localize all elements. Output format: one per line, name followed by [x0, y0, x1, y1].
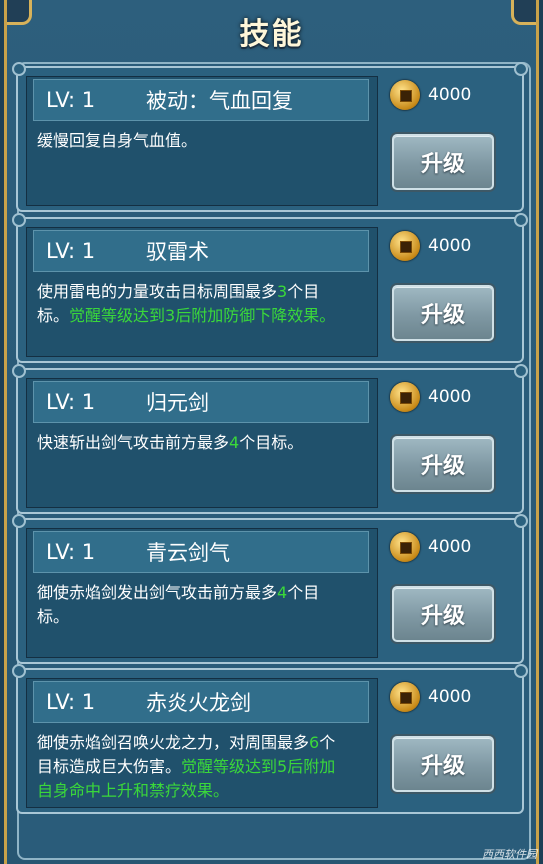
description-text: 快速斩出剑气攻击前方最多: [37, 433, 230, 452]
skill-name: 被动：气血回复: [146, 89, 293, 113]
copper-coin-icon: [390, 682, 420, 712]
title-bar: 技能: [7, 0, 536, 62]
description-text: 御使赤焰剑发出剑气攻击前方最多: [37, 583, 278, 602]
skill-info-box: LV: 1 被动：气血回复缓慢回复自身气血值。: [26, 76, 378, 206]
skill-description: 御使赤焰剑召唤火龙之力，对周围最多6个目标造成巨大伤害。觉醒等级达到5后附加自身…: [37, 731, 347, 803]
skill-info-box: LV: 1 驭雷术使用雷电的力量攻击目标周围最多3个目标。觉醒等级达到3后附加防御…: [26, 227, 378, 357]
skill-level: LV: 1: [46, 239, 96, 263]
description-highlight: 觉醒等级达到3后附加防御下降效果。: [69, 306, 336, 325]
skill-name: 赤炎火龙剑: [146, 691, 251, 715]
window-title: 技能: [239, 17, 304, 52]
upgrade-cost: 4000: [390, 380, 471, 414]
watermark: 西西软件园: [482, 848, 537, 861]
cost-amount: 4000: [428, 85, 472, 105]
skill-level: LV: 1: [46, 690, 96, 714]
upgrade-button[interactable]: 升级: [392, 285, 494, 341]
upgrade-button[interactable]: 升级: [392, 736, 494, 792]
description-highlight: 4: [229, 433, 240, 452]
upgrade-cost: 4000: [390, 78, 471, 112]
upgrade-cost: 4000: [390, 530, 471, 564]
skill-name: 驭雷术: [146, 240, 209, 264]
skill-header: LV: 1 驭雷术: [33, 230, 369, 272]
skill-info-box: LV: 1 青云剑气御使赤焰剑发出剑气攻击前方最多4个目标。: [26, 528, 378, 658]
skill-name: 青云剑气: [146, 541, 230, 565]
description-text: 使用雷电的力量攻击目标周围最多: [37, 282, 278, 301]
description-highlight: 4: [277, 583, 288, 602]
upgrade-button[interactable]: 升级: [392, 436, 494, 492]
cost-amount: 4000: [428, 387, 472, 407]
description-text: 缓慢回复自身气血值。: [37, 131, 198, 150]
cost-amount: 4000: [428, 236, 472, 256]
skill-description: 御使赤焰剑发出剑气攻击前方最多4个目标。: [37, 581, 347, 629]
copper-coin-icon: [390, 382, 420, 412]
skill-description: 缓慢回复自身气血值。: [37, 129, 347, 153]
upgrade-cost: 4000: [390, 680, 471, 714]
skill-header: LV: 1 被动：气血回复: [33, 79, 369, 121]
skill-card: LV: 1 驭雷术使用雷电的力量攻击目标周围最多3个目标。觉醒等级达到3后附加防御…: [12, 213, 528, 363]
upgrade-button[interactable]: 升级: [392, 134, 494, 190]
description-highlight: 6: [309, 733, 320, 752]
copper-coin-icon: [390, 532, 420, 562]
copper-coin-icon: [390, 231, 420, 261]
skill-info-box: LV: 1 归元剑快速斩出剑气攻击前方最多4个目标。: [26, 378, 378, 508]
cost-amount: 4000: [428, 687, 472, 707]
skill-level: LV: 1: [46, 390, 96, 414]
skill-card: LV: 1 归元剑快速斩出剑气攻击前方最多4个目标。 4000 升级: [12, 364, 528, 514]
description-highlight: 3: [277, 282, 288, 301]
skill-level: LV: 1: [46, 540, 96, 564]
description-text: 个目标。: [239, 433, 304, 452]
skill-header: LV: 1 赤炎火龙剑: [33, 681, 369, 723]
skill-description: 快速斩出剑气攻击前方最多4个目标。: [37, 431, 347, 455]
skill-description: 使用雷电的力量攻击目标周围最多3个目标。觉醒等级达到3后附加防御下降效果。: [37, 280, 347, 328]
upgrade-cost: 4000: [390, 229, 471, 263]
skill-header: LV: 1 青云剑气: [33, 531, 369, 573]
skill-card: LV: 1 青云剑气御使赤焰剑发出剑气攻击前方最多4个目标。 4000 升级: [12, 514, 528, 664]
skill-info-box: LV: 1 赤炎火龙剑御使赤焰剑召唤火龙之力，对周围最多6个目标造成巨大伤害。觉醒…: [26, 678, 378, 808]
upgrade-button[interactable]: 升级: [392, 586, 494, 642]
skill-card: LV: 1 被动：气血回复缓慢回复自身气血值。 4000 升级: [12, 62, 528, 212]
cost-amount: 4000: [428, 537, 472, 557]
skill-header: LV: 1 归元剑: [33, 381, 369, 423]
copper-coin-icon: [390, 80, 420, 110]
skill-card: LV: 1 赤炎火龙剑御使赤焰剑召唤火龙之力，对周围最多6个目标造成巨大伤害。觉醒…: [12, 664, 528, 814]
skill-name: 归元剑: [146, 391, 209, 415]
description-text: 御使赤焰剑召唤火龙之力，对周围最多: [37, 733, 310, 752]
skill-level: LV: 1: [46, 88, 96, 112]
